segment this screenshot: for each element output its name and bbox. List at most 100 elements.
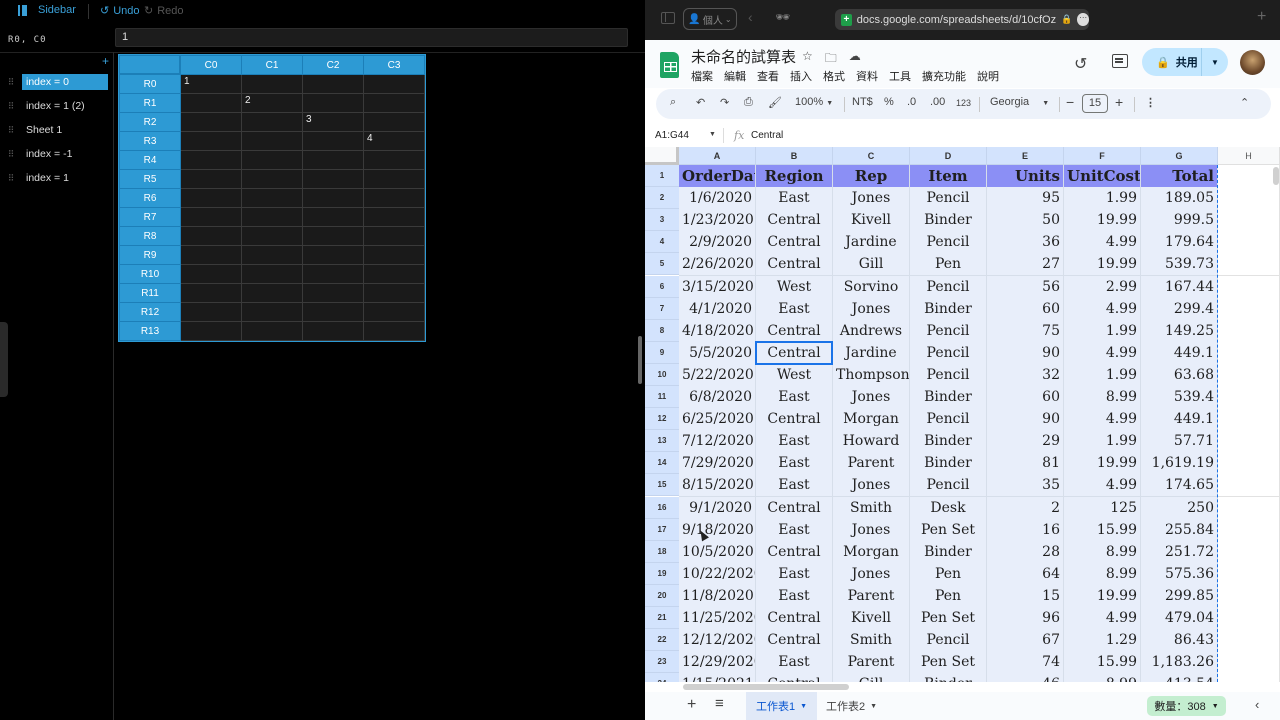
- table-cell[interactable]: 32: [987, 363, 1064, 387]
- table-cell[interactable]: 539.4: [1141, 386, 1218, 409]
- grid-cell[interactable]: [241, 207, 303, 227]
- row-header[interactable]: R0: [119, 74, 181, 94]
- table-cell[interactable]: Central: [756, 209, 833, 233]
- grid-cell[interactable]: [302, 131, 364, 151]
- table-cell[interactable]: Thompson: [833, 363, 910, 387]
- table-cell[interactable]: 28: [987, 540, 1064, 564]
- row-header[interactable]: R1: [119, 93, 181, 113]
- row-header[interactable]: 14: [645, 452, 679, 475]
- table-cell[interactable]: 299.4: [1141, 297, 1218, 321]
- table-cell[interactable]: Central: [756, 319, 833, 343]
- redo-icon[interactable]: ↷: [720, 96, 729, 109]
- row-header[interactable]: R13: [119, 321, 181, 341]
- table-cell[interactable]: [1218, 584, 1280, 608]
- table-cell[interactable]: 479.04: [1141, 607, 1218, 630]
- font-select[interactable]: Georgia ▼: [990, 96, 1049, 108]
- table-cell[interactable]: 999.5: [1141, 209, 1218, 233]
- table-cell[interactable]: 19.99: [1064, 452, 1141, 476]
- menu-format[interactable]: 格式: [823, 68, 845, 84]
- sheet-list-item[interactable]: ⠿ index = 1: [0, 166, 112, 190]
- add-sheet-button[interactable]: +: [102, 54, 109, 68]
- vertical-scrollbar[interactable]: [1273, 167, 1279, 185]
- table-cell[interactable]: [1218, 386, 1280, 409]
- table-cell[interactable]: Central: [756, 496, 833, 520]
- row-header[interactable]: 10: [645, 363, 679, 386]
- grid-cell[interactable]: [363, 112, 425, 132]
- table-cell[interactable]: Pencil: [910, 408, 987, 432]
- table-cell[interactable]: Howard: [833, 430, 910, 454]
- table-cell[interactable]: [1218, 408, 1280, 432]
- header-cell[interactable]: Item: [910, 165, 987, 188]
- table-cell[interactable]: 1.99: [1064, 430, 1141, 454]
- grid-cell[interactable]: [302, 188, 364, 208]
- column-header[interactable]: C2: [302, 55, 364, 75]
- row-header[interactable]: 19: [645, 562, 679, 585]
- spreadsheet-grid[interactable]: ABCDEFGH 1OrderDateRegionRepItemUnitsUnit…: [645, 147, 1280, 682]
- table-cell[interactable]: 63.68: [1141, 363, 1218, 387]
- redo-button[interactable]: ↻ Redo: [144, 4, 184, 18]
- row-header[interactable]: R2: [119, 112, 181, 132]
- grid-cell[interactable]: [241, 302, 303, 322]
- table-cell[interactable]: 255.84: [1141, 518, 1218, 542]
- sheet-list-item[interactable]: ⠿ index = 1 (2): [0, 94, 112, 118]
- table-cell[interactable]: Binder: [910, 430, 987, 454]
- decrease-decimal-button[interactable]: .0: [907, 96, 916, 108]
- grid-cell[interactable]: [363, 93, 425, 113]
- column-header[interactable]: C1: [241, 55, 303, 75]
- grid-cell[interactable]: [241, 245, 303, 265]
- table-cell[interactable]: 2.99: [1064, 275, 1141, 299]
- grid-cell[interactable]: [363, 207, 425, 227]
- table-cell[interactable]: Jones: [833, 518, 910, 542]
- table-cell[interactable]: 539.73: [1141, 253, 1218, 277]
- table-cell[interactable]: 2/26/2020: [679, 253, 756, 277]
- table-cell[interactable]: 11/8/2020: [679, 584, 756, 608]
- table-cell[interactable]: 179.64: [1141, 231, 1218, 255]
- table-cell[interactable]: 9/18/2020: [679, 518, 756, 542]
- version-history-icon[interactable]: ↺: [1074, 54, 1087, 74]
- menu-view[interactable]: 查看: [757, 68, 779, 84]
- table-cell[interactable]: East: [756, 518, 833, 542]
- row-header[interactable]: R10: [119, 264, 181, 284]
- grid-cell[interactable]: [302, 264, 364, 284]
- table-cell[interactable]: 74: [987, 651, 1064, 675]
- table-cell[interactable]: Parent: [833, 452, 910, 476]
- table-cell[interactable]: Kivell: [833, 607, 910, 630]
- table-cell[interactable]: 449.1: [1141, 341, 1218, 365]
- row-header[interactable]: 4: [645, 231, 679, 254]
- header-cell[interactable]: Units: [987, 165, 1064, 188]
- column-header[interactable]: H: [1218, 147, 1280, 165]
- table-cell[interactable]: 19.99: [1064, 584, 1141, 608]
- grid-cell[interactable]: [302, 150, 364, 170]
- table-cell[interactable]: 250: [1141, 496, 1218, 520]
- row-header[interactable]: 12: [645, 408, 679, 431]
- table-cell[interactable]: Central: [756, 673, 833, 682]
- table-cell[interactable]: Pen Set: [910, 651, 987, 675]
- table-cell[interactable]: Smith: [833, 629, 910, 653]
- more-icon[interactable]: ···: [1077, 13, 1089, 26]
- table-cell[interactable]: [1218, 651, 1280, 675]
- table-cell[interactable]: Binder: [910, 297, 987, 321]
- row-header[interactable]: R7: [119, 207, 181, 227]
- table-cell[interactable]: East: [756, 297, 833, 321]
- table-cell[interactable]: East: [756, 474, 833, 498]
- table-cell[interactable]: 1.99: [1064, 319, 1141, 343]
- table-cell[interactable]: 449.1: [1141, 408, 1218, 432]
- share-button[interactable]: 🔒 共用 ▼: [1142, 48, 1228, 76]
- menu-extensions[interactable]: 擴充功能: [922, 68, 966, 84]
- menu-edit[interactable]: 編輯: [724, 68, 746, 84]
- grid-cell[interactable]: [302, 302, 364, 322]
- table-cell[interactable]: Binder: [910, 673, 987, 682]
- table-cell[interactable]: [1218, 363, 1280, 387]
- table-cell[interactable]: [1218, 496, 1280, 520]
- more-options-icon[interactable]: ⋮: [1145, 96, 1156, 109]
- table-cell[interactable]: 174.65: [1141, 474, 1218, 498]
- table-cell[interactable]: 575.36: [1141, 562, 1218, 586]
- drag-handle-icon[interactable]: ⠿: [0, 125, 22, 136]
- table-cell[interactable]: [1218, 673, 1280, 682]
- table-cell[interactable]: Central: [756, 341, 833, 365]
- table-cell[interactable]: 35: [987, 474, 1064, 498]
- table-cell[interactable]: 1/23/2020: [679, 209, 756, 233]
- row-header[interactable]: 3: [645, 209, 679, 232]
- table-cell[interactable]: 189.05: [1141, 187, 1218, 211]
- name-box-dropdown-icon[interactable]: ▼: [709, 131, 716, 138]
